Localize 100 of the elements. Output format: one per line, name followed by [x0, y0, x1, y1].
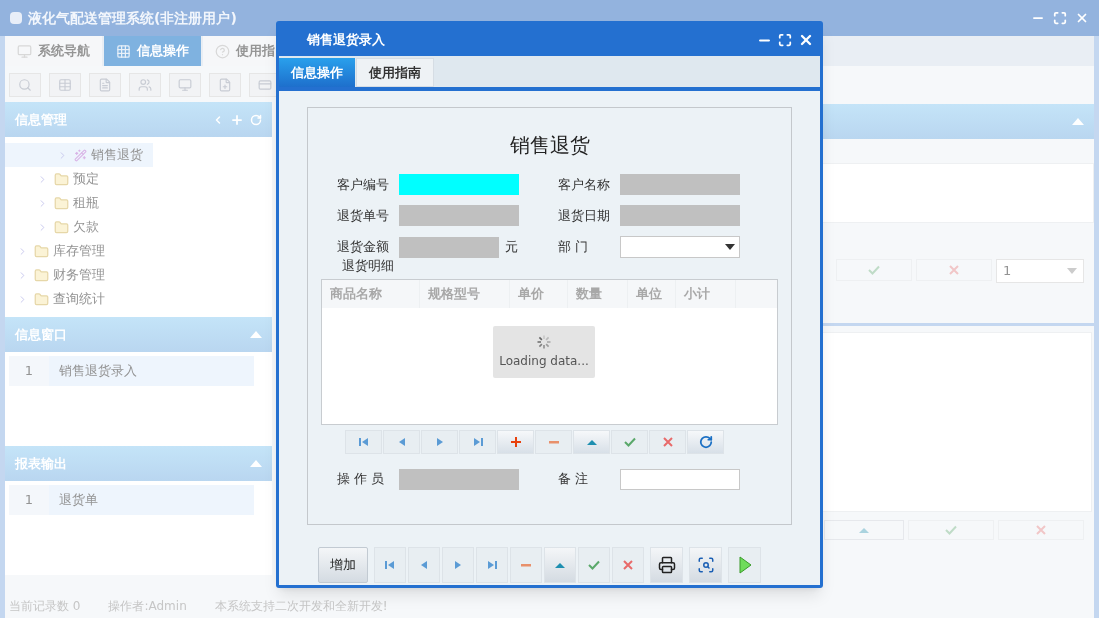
grid-tool-button[interactable]	[687, 429, 724, 454]
folder-icon	[34, 291, 49, 307]
monitor-icon	[178, 78, 192, 92]
collapse-up-icon[interactable]	[1072, 118, 1084, 125]
tree-item[interactable]: 库存管理	[5, 239, 153, 263]
column-header: 商品名称	[322, 279, 420, 308]
field-label: 退货单号	[337, 206, 390, 225]
preview-icon	[696, 556, 715, 574]
column-header: 单位	[628, 279, 676, 308]
grid-tool-button[interactable]	[497, 429, 534, 454]
input-field[interactable]	[619, 468, 740, 490]
dialog-tab[interactable]: 信息操作	[279, 58, 355, 87]
department-select[interactable]	[619, 236, 740, 258]
column-header: 数量	[568, 279, 628, 308]
cross-icon	[622, 559, 634, 571]
close-icon[interactable]	[798, 32, 814, 48]
tab-icon	[215, 43, 230, 59]
form-title: 销售退货	[509, 132, 590, 159]
tab-icon	[17, 43, 32, 59]
row-number: 1	[9, 485, 49, 515]
folder-icon	[34, 267, 49, 283]
collapse-up-icon[interactable]	[250, 460, 262, 467]
tree-item[interactable]: 财务管理	[5, 263, 153, 287]
grid-tool-button[interactable]	[573, 429, 610, 454]
panel-title: 报表输出	[15, 454, 67, 473]
check-button[interactable]	[836, 259, 912, 281]
close-icon[interactable]	[1075, 11, 1089, 25]
grid-tool-button[interactable]	[649, 429, 686, 454]
refresh-icon	[698, 434, 713, 449]
restore-icon[interactable]	[1053, 11, 1067, 25]
people-icon	[138, 78, 152, 92]
tree-item[interactable]: 欠款	[5, 215, 153, 239]
grid-tool-button[interactable]	[611, 429, 648, 454]
grid-tool-button[interactable]	[421, 429, 458, 454]
up-button[interactable]	[824, 520, 904, 540]
grid-tool-button[interactable]	[459, 429, 496, 454]
dialog-tab[interactable]: 使用指南	[356, 58, 434, 87]
cross-icon	[1035, 524, 1047, 536]
tree-item[interactable]: 销售退货	[5, 143, 153, 167]
cross-button[interactable]	[916, 259, 992, 281]
card-icon	[258, 78, 272, 92]
window-title: 液化气配送管理系统(非注册用户)	[28, 8, 237, 28]
panel-title: 信息管理	[15, 110, 67, 129]
caret-down-icon	[1067, 268, 1077, 274]
refresh-icon[interactable]	[250, 113, 262, 126]
printer-icon	[657, 556, 676, 574]
unit-label: 元	[505, 238, 518, 257]
column-header: 单价	[510, 279, 568, 308]
field-label: 备 注	[557, 470, 589, 489]
list-item[interactable]: 销售退货录入	[49, 356, 254, 386]
tree-item[interactable]: 预定	[5, 167, 153, 191]
wand-icon	[74, 148, 87, 162]
cross-button[interactable]	[998, 520, 1084, 540]
spinner-icon	[536, 333, 552, 350]
plus-icon[interactable]	[230, 112, 244, 127]
last-page-icon	[486, 559, 498, 571]
add-button[interactable]: 增加	[318, 547, 368, 583]
loading-box: Loading data...	[493, 325, 595, 378]
panel-title: 信息窗口	[15, 325, 67, 344]
collapse-up-icon[interactable]	[250, 331, 262, 338]
grid-tool-button[interactable]	[535, 429, 572, 454]
folder-icon	[34, 243, 49, 259]
main-tab[interactable]: 信息操作	[104, 36, 201, 66]
search-icon	[18, 78, 32, 92]
check-icon	[868, 264, 880, 276]
grid-tool-button[interactable]	[383, 429, 420, 454]
tree-item[interactable]: 查询统计	[5, 287, 153, 311]
app-logo-icon	[10, 12, 22, 24]
play-icon	[737, 556, 752, 574]
section-label: 退货明细	[342, 257, 395, 275]
toolbar-button[interactable]	[650, 547, 683, 583]
column-header: 规格型号	[420, 279, 510, 308]
field-label: 退货金额	[337, 238, 390, 257]
tree-item[interactable]: 租瓶	[5, 191, 153, 215]
dialog-title: 销售退货录入	[307, 31, 385, 50]
check-icon	[588, 559, 600, 571]
main-tab[interactable]: 系统导航	[5, 36, 102, 66]
field-label: 部 门	[557, 238, 589, 257]
folder-icon	[54, 195, 69, 211]
page-select[interactable]: 1	[996, 259, 1084, 283]
field-label: 操 作 员	[337, 470, 386, 489]
column-header: 小计	[676, 279, 736, 308]
plus-icon	[509, 435, 522, 448]
folder-icon	[54, 171, 69, 187]
grid-tool-button[interactable]	[345, 429, 382, 454]
list-item[interactable]: 退货单	[49, 485, 254, 515]
first-page-icon	[357, 435, 370, 448]
field-label: 客户名称	[557, 175, 611, 194]
last-page-icon	[471, 435, 484, 448]
check-icon	[945, 524, 957, 536]
table-icon	[58, 78, 72, 92]
field-label: 客户编号	[337, 175, 390, 194]
cross-icon	[948, 264, 960, 276]
input-field[interactable]	[399, 174, 519, 195]
caret-down-icon	[724, 244, 735, 250]
row-number: 1	[9, 356, 49, 386]
maximize-icon[interactable]	[778, 33, 792, 47]
file-plus-icon	[218, 78, 232, 92]
check-button[interactable]	[908, 520, 994, 540]
folder-icon	[54, 219, 69, 235]
